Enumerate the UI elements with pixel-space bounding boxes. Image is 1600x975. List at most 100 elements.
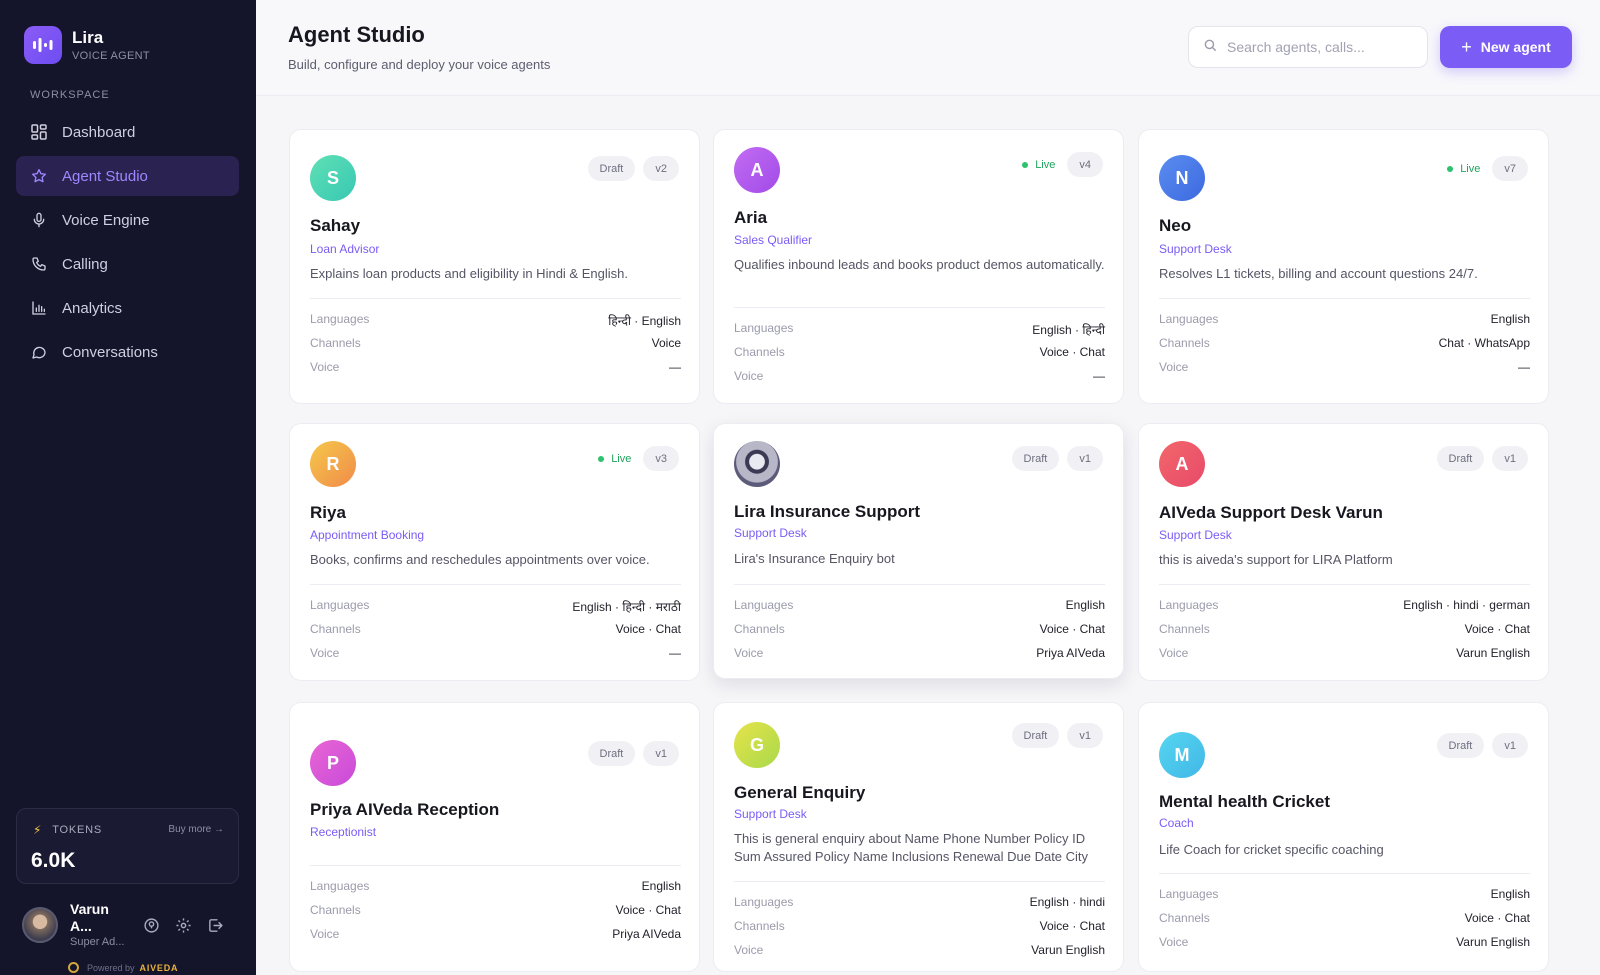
buy-more-link[interactable]: Buy more → xyxy=(168,824,224,835)
meta-row-channels: Channels Voice · Chat xyxy=(734,919,1105,937)
gear-icon[interactable] xyxy=(172,914,194,936)
meta-label: Channels xyxy=(734,345,785,359)
sidebar-item-analytics[interactable]: Analytics xyxy=(16,288,239,328)
meta-row-channels: Channels Voice · Chat xyxy=(1159,622,1530,640)
agent-card[interactable]: P Draft v1 Priya AIVeda Reception Recept… xyxy=(289,702,700,972)
meta-value: Voice · Chat xyxy=(1039,622,1105,636)
agent-name: Aria xyxy=(734,208,768,227)
card-divider xyxy=(1159,584,1530,585)
meta-label: Languages xyxy=(310,879,370,893)
tokens-label: ⚡ TOKENS xyxy=(33,823,103,837)
agent-role: Support Desk xyxy=(1159,242,1232,256)
page-title: Agent Studio xyxy=(288,22,425,47)
sidebar-item-label: Agent Studio xyxy=(62,167,148,185)
sidebar: Lira VOICE AGENT WORKSPACE Dashboard Age… xyxy=(0,0,256,975)
version-badge: v3 xyxy=(643,446,679,471)
live-dot-icon xyxy=(1447,165,1454,172)
agent-badges: Live v7 xyxy=(1435,156,1528,181)
status-badge: Live xyxy=(594,446,635,471)
agent-card[interactable]: A Draft v1 AIVeda Support Desk Varun Sup… xyxy=(1138,423,1549,681)
card-divider xyxy=(734,881,1105,882)
meta-row-channels: Channels Voice xyxy=(310,336,681,354)
agent-card[interactable]: G Draft v1 General Enquiry Support Desk … xyxy=(713,702,1124,972)
meta-label: Channels xyxy=(310,622,361,636)
meta-row-languages: Languages English xyxy=(1159,887,1530,905)
aiveda-logo-icon xyxy=(68,962,79,973)
tokens-value: 6.0K xyxy=(31,849,76,872)
meta-label: Voice xyxy=(734,369,764,383)
meta-label: Channels xyxy=(1159,622,1210,636)
meta-value: Voice · Chat xyxy=(1464,911,1530,925)
sidebar-item-voice-engine[interactable]: Voice Engine xyxy=(16,200,239,240)
meta-value: हिन्दी · English xyxy=(608,314,681,328)
agent-avatar: A xyxy=(1159,441,1205,487)
agent-badges: Live v4 xyxy=(1010,152,1103,177)
meta-value: English · hindi xyxy=(1029,895,1105,909)
meta-row-channels: Channels Voice · Chat xyxy=(1159,911,1530,929)
help-icon[interactable] xyxy=(140,914,162,936)
agent-card[interactable]: S Draft v2 Sahay Loan Advisor Explains l… xyxy=(289,129,700,404)
agent-avatar: S xyxy=(310,155,356,201)
agent-role: Loan Advisor xyxy=(310,242,380,256)
meta-label: Voice xyxy=(310,927,340,941)
agent-role: Sales Qualifier xyxy=(734,233,813,247)
meta-value: Voice xyxy=(651,336,681,350)
agent-badges: Draft v1 xyxy=(1004,723,1103,748)
meta-label: Languages xyxy=(1159,887,1219,901)
agent-avatar: G xyxy=(734,722,780,768)
user-name: Varun A... xyxy=(70,900,109,934)
sidebar-item-conversations[interactable]: Conversations xyxy=(16,332,239,372)
meta-label: Voice xyxy=(1159,646,1189,660)
new-agent-button[interactable]: + New agent xyxy=(1440,26,1572,68)
meta-label: Languages xyxy=(310,312,370,326)
sidebar-item-calling[interactable]: Calling xyxy=(16,244,239,284)
agent-role: Appointment Booking xyxy=(310,528,425,542)
agent-card[interactable]: Draft v1 Lira Insurance Support Support … xyxy=(713,423,1124,679)
agent-avatar: N xyxy=(1159,155,1205,201)
card-divider xyxy=(734,307,1105,308)
chat-bubble-icon xyxy=(30,343,48,361)
agent-card[interactable]: N Live v7 Neo Support Desk Resolves L1 t… xyxy=(1138,129,1549,404)
meta-value: Varun English xyxy=(1456,646,1530,660)
meta-row-languages: Languages English xyxy=(310,879,681,897)
card-divider xyxy=(310,298,681,299)
meta-row-channels: Channels Voice · Chat xyxy=(310,903,681,921)
sidebar-item-label: Dashboard xyxy=(62,123,136,141)
meta-value: English xyxy=(641,879,681,893)
meta-row-voice: Voice Priya AIVeda xyxy=(310,927,681,945)
meta-label: Voice xyxy=(734,943,764,957)
agent-name: General Enquiry xyxy=(734,783,866,802)
meta-label: Voice xyxy=(1159,360,1189,374)
search-input[interactable] xyxy=(1227,39,1412,55)
agent-card[interactable]: A Live v4 Aria Sales Qualifier Qualifies… xyxy=(713,129,1124,404)
sidebar-item-label: Conversations xyxy=(62,343,158,361)
meta-label: Languages xyxy=(310,598,370,612)
brand-name: Lira xyxy=(72,27,104,47)
agent-avatar-image xyxy=(734,441,780,487)
meta-value: Chat · WhatsApp xyxy=(1438,336,1530,350)
meta-row-voice: Voice Varun English xyxy=(1159,646,1530,664)
agent-card[interactable]: M Draft v1 Mental health Cricket Coach L… xyxy=(1138,702,1549,972)
card-divider xyxy=(734,584,1105,585)
meta-value: Varun English xyxy=(1031,943,1105,957)
avatar[interactable] xyxy=(22,907,58,943)
meta-row-languages: Languages English · हिन्दी xyxy=(734,321,1105,339)
meta-value: English · हिन्दी xyxy=(1032,323,1105,337)
meta-row-voice: Voice Priya AIVeda xyxy=(734,646,1105,664)
meta-label: Voice xyxy=(310,646,340,660)
sidebar-item-dashboard[interactable]: Dashboard xyxy=(16,112,239,152)
card-divider xyxy=(310,584,681,585)
meta-row-voice: Voice Varun English xyxy=(734,943,1105,961)
search-box[interactable] xyxy=(1188,26,1428,68)
agent-description: this is aiveda's support for LIRA Platfo… xyxy=(1159,552,1393,567)
meta-label: Channels xyxy=(310,903,361,917)
sidebar-item-label: Calling xyxy=(62,255,108,273)
brand[interactable]: Lira VOICE AGENT xyxy=(24,26,150,64)
agent-name: Riya xyxy=(310,503,346,522)
status-badge: Live xyxy=(1443,156,1484,181)
status-badge: Draft xyxy=(1011,446,1060,471)
sidebar-item-agent-studio[interactable]: Agent Studio xyxy=(16,156,239,196)
agent-card[interactable]: R Live v3 Riya Appointment Booking Books… xyxy=(289,423,700,681)
logout-icon[interactable] xyxy=(204,914,226,936)
agent-badges: Draft v1 xyxy=(1004,446,1103,471)
